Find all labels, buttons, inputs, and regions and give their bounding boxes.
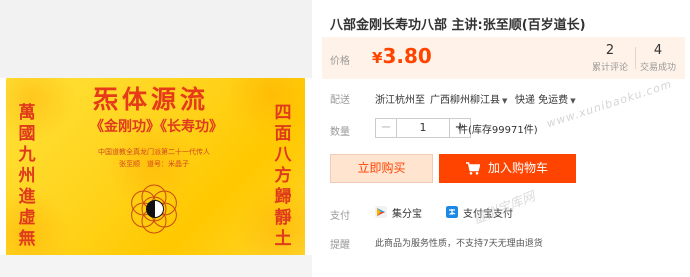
shipping-method-value: 快递 免运费 (515, 95, 569, 106)
tip-text: 此商品为服务性质，不支持7天无理由退货 (375, 239, 543, 249)
sales-stat: 4 交易成功 (632, 43, 684, 73)
add-to-cart-button[interactable]: 加入购物车 (439, 154, 576, 183)
stock-text: 件(库存99971件) (458, 125, 538, 136)
payment-method-name: 集分宝 (392, 208, 422, 220)
payment-method-jifenbao: 集分宝 (375, 205, 422, 220)
card-title: 炁体源流 (92, 85, 209, 114)
tip-label: 提醒 (330, 240, 350, 251)
jifenbao-icon (375, 206, 387, 218)
destination-select[interactable]: 广西柳州柳江县 ▼ (430, 91, 507, 106)
quantity-stepper: − 1 + (375, 118, 471, 138)
card-vertical-text-left: 萬國九州進虛無 (18, 103, 36, 249)
taiji-icon (146, 200, 164, 218)
card-pattern (236, 183, 305, 255)
card-caption-line: 张至顺 道号：米晶子 (119, 160, 189, 168)
price-panel: 价格 ¥3.80 2 累计评论 4 交易成功 (322, 37, 685, 79)
card-caption-line: 中国道教全真龙门派第二十一代传人 (98, 148, 210, 156)
ship-to-word: 至 (415, 95, 425, 106)
currency-symbol: ¥ (372, 49, 383, 67)
decrease-button[interactable]: − (375, 118, 397, 138)
reviews-label: 累计评论 (591, 63, 628, 73)
card-subtitle: 《金刚功》《长寿功》 (90, 119, 223, 135)
image-background (0, 0, 312, 78)
chevron-down-icon: ▼ (502, 97, 508, 105)
add-to-cart-label: 加入购物车 (488, 161, 549, 175)
product-title: 八部金刚长寿功八部 主讲:张至顺(百岁道长) (330, 18, 586, 33)
product-card-artwork: 炁体源流 《金刚功》《长寿功》 中国道教全真龙门派第二十一代传人 张至顺 道号：… (6, 78, 305, 255)
reviews-count: 2 (605, 43, 615, 58)
watermark: 虚拟宝库网 (471, 189, 538, 228)
card-vertical-text-right: 四面八方歸靜土 (274, 103, 292, 249)
payment-label: 支付 (330, 211, 350, 222)
image-background (0, 255, 312, 277)
price-value: ¥3.80 (372, 44, 432, 68)
quantity-input[interactable]: 1 (397, 118, 449, 138)
sales-label: 交易成功 (639, 63, 676, 73)
reviews-stat[interactable]: 2 累计评论 (584, 43, 636, 73)
alipay-icon (446, 206, 458, 218)
ship-from: 浙江杭州 (375, 95, 415, 106)
price-label: 价格 (330, 56, 350, 67)
price-amount: 3.80 (382, 44, 432, 68)
destination-value: 广西柳州柳江县 (430, 95, 500, 106)
buy-now-button[interactable]: 立即购买 (330, 154, 433, 183)
sales-count: 4 (653, 43, 663, 58)
cart-icon (466, 162, 480, 175)
shipping-label: 配送 (330, 95, 350, 106)
chevron-down-icon: ▼ (570, 97, 576, 105)
product-image[interactable]: 炁体源流 《金刚功》《长寿功》 中国道教全真龙门派第二十一代传人 张至顺 道号：… (0, 0, 312, 277)
shipping-method-select[interactable]: 快递 免运费 ▼ (515, 91, 576, 106)
quantity-label: 数量 (330, 127, 350, 138)
